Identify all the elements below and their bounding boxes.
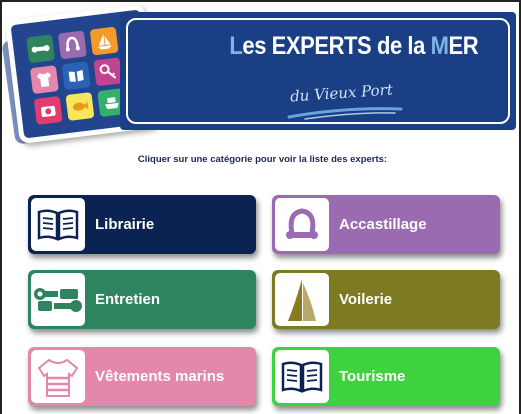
category-voilerie[interactable]: Voilerie	[272, 270, 500, 329]
logo-icon-grid	[26, 26, 127, 125]
category-label: Vêtements marins	[95, 368, 225, 385]
category-librairie[interactable]: Librairie	[28, 195, 256, 254]
title-text: es EXPERTS de la	[242, 32, 431, 60]
category-label: Librairie	[95, 216, 155, 233]
category-vetements-marins[interactable]: Vêtements marins	[28, 347, 256, 406]
header-banner: Les EXPERTS de la MER du Vieux Port	[120, 12, 516, 130]
instruction-text: Cliquer sur une catégorie pour voir la l…	[137, 154, 388, 165]
shackle-icon	[57, 30, 87, 60]
shackle-icon	[275, 198, 329, 251]
book-icon	[275, 350, 329, 403]
book-icon	[61, 61, 91, 91]
sail-icon	[275, 273, 329, 326]
category-accastillage[interactable]: Accastillage	[272, 195, 500, 254]
shirt-icon	[31, 350, 85, 403]
camera-icon	[33, 95, 63, 125]
sailboat-icon	[89, 26, 119, 56]
key-icon	[93, 57, 123, 87]
category-entretien[interactable]: Entretien	[28, 270, 256, 329]
site-title: Les EXPERTS de la MER	[229, 32, 478, 61]
book-icon	[31, 198, 85, 251]
category-label: Accastillage	[339, 216, 427, 233]
wrench-icon	[26, 34, 56, 64]
category-tourisme[interactable]: Tourisme	[272, 347, 500, 406]
shirt-icon	[29, 65, 59, 95]
title-accent-l: L	[229, 32, 243, 60]
category-label: Voilerie	[339, 291, 393, 308]
title-text-end: ER	[448, 32, 479, 60]
category-label: Tourisme	[339, 368, 406, 385]
fish-icon	[65, 92, 95, 121]
wrench-icon	[31, 273, 85, 326]
title-accent-m: M	[430, 32, 449, 60]
page-frame: Les EXPERTS de la MER du Vieux Port Cliq…	[0, 0, 521, 414]
subtitle-swoosh	[287, 107, 403, 120]
category-label: Entretien	[95, 291, 161, 308]
